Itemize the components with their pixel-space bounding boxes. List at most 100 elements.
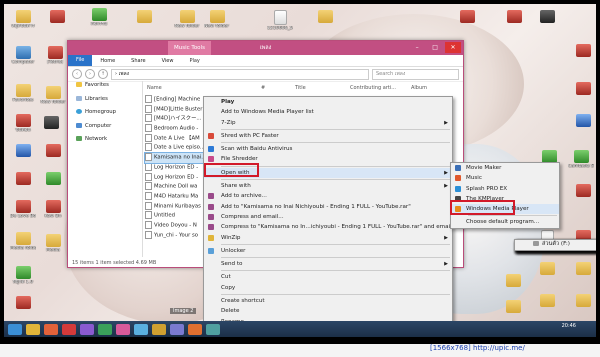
- column-name-header[interactable]: Name: [147, 85, 162, 91]
- tab-share[interactable]: Share: [123, 58, 153, 64]
- desktop-icon[interactable]: ทยุกตี้ 1.0: [10, 266, 36, 285]
- desktop-icon[interactable]: [500, 300, 526, 314]
- desktop-icon[interactable]: 1210606_5...: [267, 10, 293, 31]
- desktop-icon[interactable]: [10, 144, 36, 158]
- desktop-icon[interactable]: Computer: [10, 46, 36, 65]
- tab-view[interactable]: View: [154, 58, 182, 64]
- menu-item[interactable]: Compress and email...: [204, 212, 452, 222]
- column-title-header[interactable]: Title: [295, 85, 306, 91]
- desktop-icon[interactable]: [Tetris]: [42, 46, 68, 65]
- menu-item[interactable]: Send to ▶: [204, 259, 452, 269]
- desktop-icon[interactable]: [534, 262, 560, 276]
- menu-item[interactable]: Delete: [204, 306, 452, 316]
- menu-item[interactable]: Cut: [204, 272, 452, 282]
- file-row[interactable]: Date a Live episo...: [145, 143, 207, 153]
- menu-item[interactable]: Add to Windows Media Player list: [204, 107, 452, 117]
- desktop-icon[interactable]: [570, 294, 596, 308]
- file-row[interactable]: Kamisama no Inai...: [144, 152, 208, 164]
- desktop-icon[interactable]: New folder (2): [204, 10, 230, 29]
- menu-item[interactable]: Play: [204, 97, 452, 107]
- file-row[interactable]: Yun_chi - Your so: [145, 230, 207, 241]
- taskbar-app-icon[interactable]: [188, 323, 202, 335]
- desktop-icon[interactable]: [570, 184, 596, 198]
- menu-item[interactable]: Music: [451, 173, 559, 183]
- desktop-icon[interactable]: [454, 10, 480, 24]
- menu-item[interactable]: Choose default program...: [451, 217, 559, 227]
- maximize-button[interactable]: □: [427, 42, 443, 53]
- menu-item[interactable]: WinZip ▶: [204, 233, 452, 243]
- search-input[interactable]: Search เพลง: [372, 68, 459, 80]
- file-row[interactable]: [Ending] Machine: [145, 95, 207, 105]
- file-row[interactable]: Untitled: [145, 211, 207, 221]
- desktop-icon[interactable]: [38, 116, 64, 130]
- taskbar-app-icon[interactable]: [80, 323, 94, 335]
- nav-item[interactable]: Favorites: [68, 81, 142, 91]
- file-row[interactable]: Date A Live 【AM: [145, 133, 207, 144]
- desktop-icon[interactable]: [500, 274, 526, 288]
- desktop-icon[interactable]: Kow Bn: [40, 200, 66, 219]
- file-row[interactable]: [M4D]Little Buster: [145, 104, 207, 115]
- desktop-icon[interactable]: [312, 10, 338, 24]
- minimize-button[interactable]: –: [409, 42, 425, 53]
- menu-item[interactable]: Scan with Baidu Antivirus: [204, 144, 452, 154]
- taskbar-app-icon[interactable]: [116, 323, 130, 335]
- desktop-icon[interactable]: ขั้นตอน: [10, 114, 36, 133]
- desktop-icon[interactable]: [570, 114, 596, 128]
- desktop-icon[interactable]: [570, 44, 596, 58]
- file-row[interactable]: [M4D]ハイスクー...: [145, 114, 207, 124]
- desktop-icon[interactable]: [534, 10, 560, 24]
- column-album-header[interactable]: Album: [411, 85, 427, 91]
- desktop-icon[interactable]: [40, 172, 66, 186]
- title-bar[interactable]: Music Tools เพลง – □ ✕: [68, 41, 463, 55]
- file-row[interactable]: Machine Doll wa: [145, 182, 207, 192]
- menu-item[interactable]: Unlocker: [204, 246, 452, 256]
- up-icon[interactable]: ↑: [98, 69, 108, 79]
- nav-item[interactable]: ส่วนตัว (F:): [514, 239, 596, 251]
- nav-item[interactable]: Computer: [68, 122, 142, 132]
- menu-item[interactable]: Copy: [204, 283, 452, 293]
- file-row[interactable]: Minami Kuribayas: [145, 201, 207, 212]
- taskbar-app-icon[interactable]: [152, 323, 166, 335]
- desktop-icon[interactable]: [10, 172, 36, 186]
- column-number-header[interactable]: #: [261, 85, 265, 91]
- taskbar-app-icon[interactable]: [170, 323, 184, 335]
- desktop-icon[interactable]: [570, 262, 596, 276]
- desktop-icon[interactable]: [40, 144, 66, 158]
- desktop-icon[interactable]: [501, 10, 527, 24]
- taskbar-app-icon[interactable]: [134, 323, 148, 335]
- menu-item[interactable]: Create shortcut: [204, 296, 452, 306]
- desktop-icon[interactable]: กิจกรรม: [86, 8, 112, 27]
- desktop-icon[interactable]: Media folder: [10, 232, 36, 251]
- menu-item[interactable]: Splash PRO EX: [451, 184, 559, 194]
- taskbar-app-icon[interactable]: [44, 323, 58, 335]
- menu-item[interactable]: Movie Maker: [451, 163, 559, 173]
- menu-item[interactable]: Share with ▶: [204, 181, 452, 191]
- desktop-icon[interactable]: หดุดขั้นตาร: [10, 10, 36, 29]
- taskbar-app-icon[interactable]: [26, 323, 40, 335]
- menu-item[interactable]: Shred with PC Faster: [204, 131, 452, 141]
- menu-item[interactable]: Add to "Kamisama no Inai Nichiyoubi - En…: [204, 202, 452, 212]
- desktop-icon[interactable]: [10, 296, 36, 310]
- close-button[interactable]: ✕: [445, 42, 461, 53]
- desktop-icon[interactable]: [534, 294, 560, 308]
- start-button[interactable]: [8, 323, 22, 335]
- tab-play[interactable]: Play: [181, 58, 207, 64]
- back-icon[interactable]: ‹: [72, 69, 82, 79]
- address-bar[interactable]: › เพลง: [111, 68, 369, 80]
- taskbar-app-icon[interactable]: [98, 323, 112, 335]
- file-row[interactable]: Log Horizon ED -: [145, 172, 207, 183]
- desktop-icon[interactable]: Camtasia Studio: [568, 150, 594, 169]
- menu-item[interactable]: Add to archive...: [204, 191, 452, 201]
- desktop-icon[interactable]: [570, 82, 596, 96]
- taskbar-app-icon[interactable]: [62, 323, 76, 335]
- desktop-icon[interactable]: New folder: [40, 86, 66, 105]
- forward-icon[interactable]: ›: [85, 69, 95, 79]
- desktop-icon[interactable]: [44, 10, 70, 24]
- tab-home[interactable]: Home: [92, 58, 123, 64]
- file-row[interactable]: Bedroom Audio -: [145, 124, 207, 134]
- menu-item[interactable]: 7-Zip ▶: [204, 118, 452, 128]
- file-row[interactable]: Log Horizon ED -: [145, 162, 207, 173]
- nav-item[interactable]: Libraries: [68, 95, 142, 105]
- desktop-icon[interactable]: New folder: [174, 10, 200, 29]
- desktop-icon[interactable]: [131, 10, 157, 24]
